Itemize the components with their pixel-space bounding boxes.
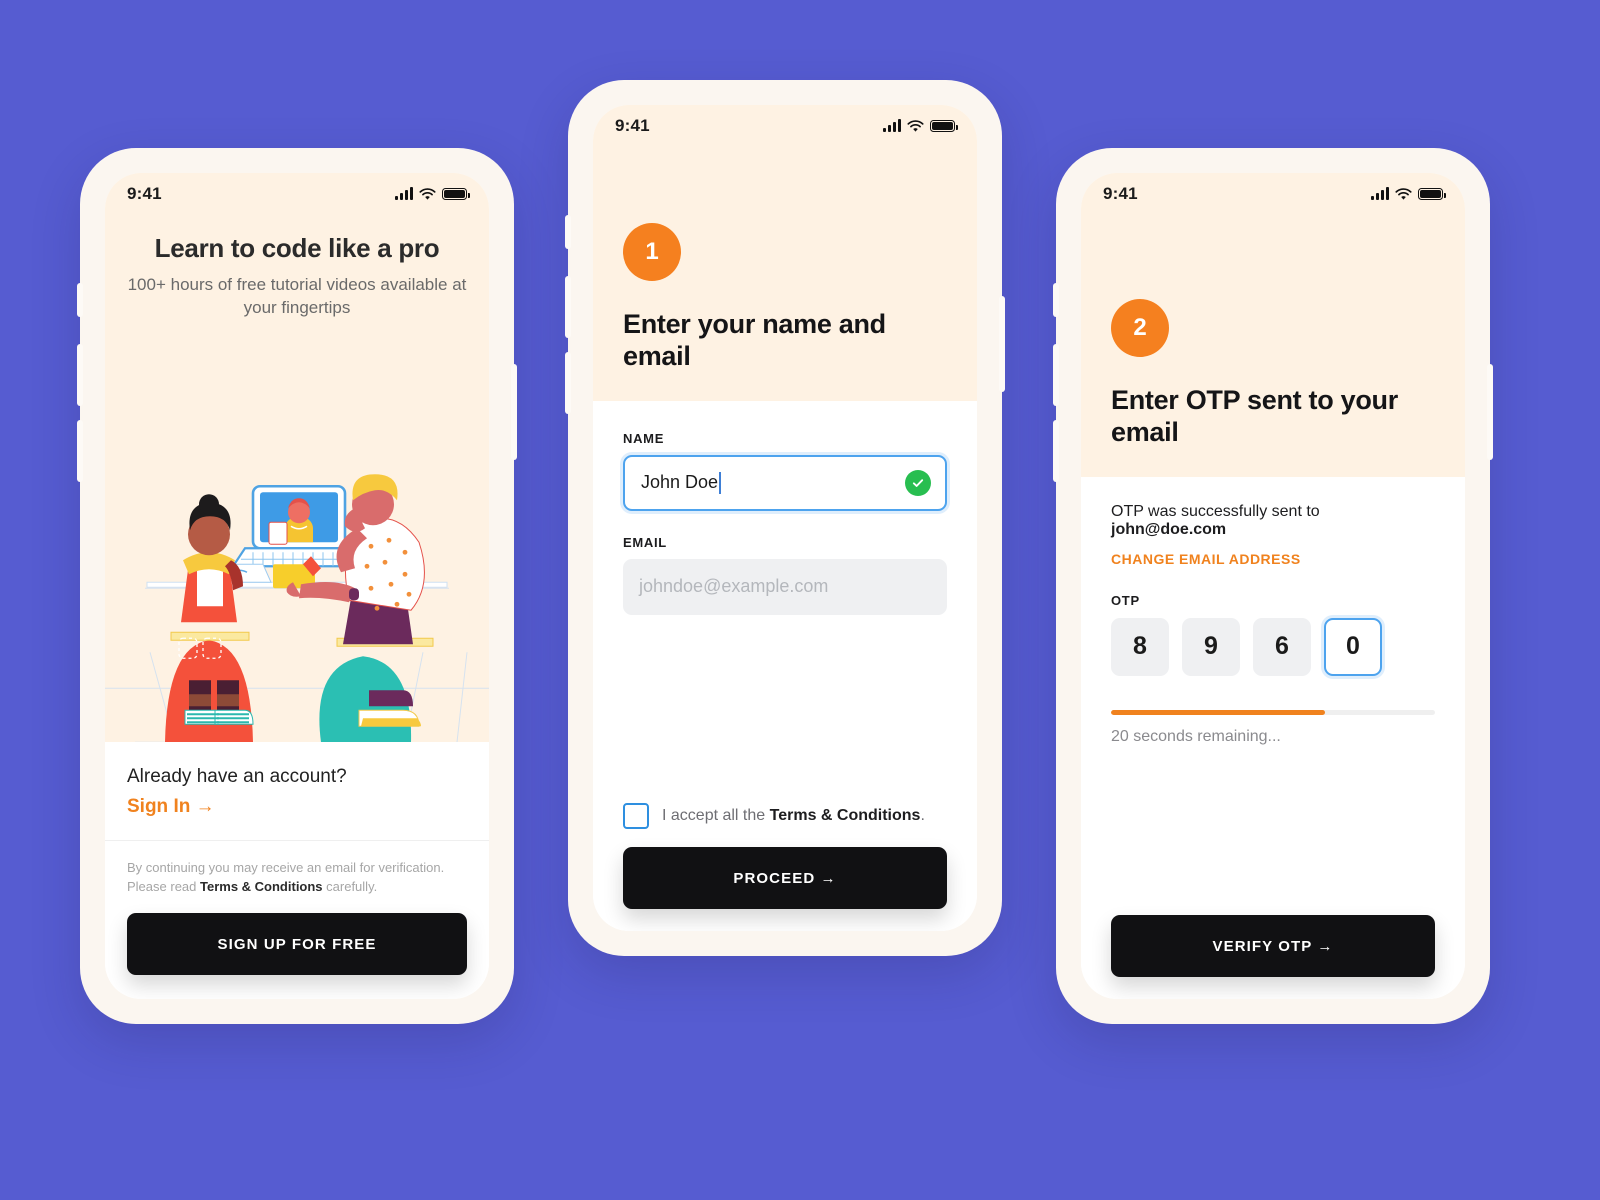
name-input-value: John Doe (641, 472, 719, 493)
volume-up-button[interactable] (77, 344, 83, 406)
battery-icon (442, 188, 470, 200)
cellular-signal-icon (883, 119, 901, 132)
sign-up-for-free-button[interactable]: SIGN UP FOR FREE (127, 913, 467, 975)
phone-mockup-screen2: 9:41 1 Enter your name and email NAME Jo… (565, 80, 1005, 956)
status-bar: 9:41 (1081, 173, 1465, 215)
email-input[interactable]: johndoe@example.com (623, 558, 947, 615)
otp-digit-3[interactable]: 6 (1253, 617, 1311, 676)
mute-switch[interactable] (565, 215, 571, 249)
otp-input-group: 8 9 6 0 (1111, 617, 1435, 676)
step-header: 2 Enter OTP sent to your email (1081, 215, 1465, 477)
otp-field-label: OTP (1111, 592, 1140, 608)
power-button[interactable] (511, 364, 517, 460)
name-field-label: NAME (623, 430, 665, 446)
legal-suffix: carefully. (322, 879, 378, 895)
name-field-group: NAME John Doe (623, 431, 947, 511)
terms-suffix: . (920, 807, 925, 824)
cellular-signal-icon (395, 187, 413, 200)
check-circle-icon (905, 469, 931, 496)
cellular-signal-icon (1371, 187, 1389, 200)
status-time: 9:41 (615, 116, 650, 135)
battery-icon (930, 120, 958, 132)
phone-mockup-screen1: 9:41 Learn to code like a pro 100+ hours… (77, 148, 517, 1024)
signin-prompt: Already have an account? Sign In → (105, 742, 489, 842)
name-input[interactable]: John Doe (623, 454, 947, 511)
phone-mockup-screen3: 9:41 2 Enter OTP sent to your email OTP … (1053, 148, 1493, 1024)
name-email-form: NAME John Doe EMAIL johndoe@example.com (593, 400, 977, 931)
welcome-hero: Learn to code like a pro 100+ hours of f… (105, 215, 489, 321)
volume-down-button[interactable] (1053, 420, 1059, 482)
email-input-placeholder: johndoe@example.com (639, 576, 829, 597)
email-field-group: EMAIL johndoe@example.com (623, 535, 947, 615)
email-field-label: EMAIL (623, 534, 667, 550)
screen-onboarding-welcome: 9:41 Learn to code like a pro 100+ hours… (105, 173, 489, 999)
volume-down-button[interactable] (565, 352, 571, 414)
form-spacer (623, 615, 947, 803)
terms-link[interactable]: Terms & Conditions (770, 807, 921, 824)
status-time: 9:41 (127, 184, 162, 203)
mute-switch[interactable] (1053, 283, 1059, 317)
wifi-icon (907, 119, 924, 132)
sign-in-link[interactable]: Sign In → (127, 796, 467, 818)
page-title: Enter OTP sent to your email (1111, 385, 1398, 447)
screen-enter-otp: 9:41 2 Enter OTP sent to your email OTP … (1081, 173, 1465, 999)
otp-digit-1[interactable]: 8 (1111, 617, 1169, 676)
otp-form: OTP was successfully sent to john@doe.co… (1081, 476, 1465, 999)
otp-sent-email: john@doe.com (1111, 520, 1227, 538)
status-icons (395, 187, 470, 201)
terms-prefix: I accept all the (662, 807, 770, 824)
two-students-learning-illustration (105, 320, 489, 743)
volume-down-button[interactable] (77, 420, 83, 482)
otp-sent-prefix: OTP was successfully sent to (1111, 502, 1320, 520)
otp-sent-message: OTP was successfully sent to john@doe.co… (1111, 503, 1435, 539)
step-header: 1 Enter your name and email (593, 147, 977, 401)
status-bar: 9:41 (593, 105, 977, 147)
verify-otp-button[interactable]: VERIFY OTP → (1111, 915, 1435, 977)
terms-checkbox-row[interactable]: I accept all the Terms & Conditions. (623, 803, 947, 829)
status-icons (883, 119, 958, 133)
signin-question: Already have an account? (127, 766, 347, 788)
otp-digit-2[interactable]: 9 (1182, 617, 1240, 676)
screen-enter-name-email: 9:41 1 Enter your name and email NAME Jo… (593, 105, 977, 931)
battery-icon (1418, 188, 1446, 200)
wifi-icon (1395, 187, 1412, 200)
step-number-badge: 1 (623, 223, 681, 281)
page-title: Learn to code like a pro (154, 233, 440, 263)
page-title: Enter your name and email (623, 309, 886, 371)
volume-up-button[interactable] (1053, 344, 1059, 406)
power-button[interactable] (999, 296, 1005, 392)
page-subtitle: 100+ hours of free tutorial videos avail… (127, 275, 467, 318)
mute-switch[interactable] (77, 283, 83, 317)
legal-text: By continuing you may receive an email f… (127, 859, 467, 897)
status-time: 9:41 (1103, 184, 1138, 203)
otp-remaining-text: 20 seconds remaining... (1111, 727, 1281, 745)
change-email-address-link[interactable]: CHANGE EMAIL ADDRESS (1111, 551, 1435, 567)
power-button[interactable] (1487, 364, 1493, 460)
terms-checkbox-label: I accept all the Terms & Conditions. (662, 807, 925, 825)
volume-up-button[interactable] (565, 276, 571, 338)
terms-link[interactable]: Terms & Conditions (200, 879, 323, 894)
welcome-footer: By continuing you may receive an email f… (105, 841, 489, 999)
status-bar: 9:41 (105, 173, 489, 215)
otp-countdown-progress (1111, 709, 1435, 715)
proceed-button[interactable]: PROCEED → (623, 847, 947, 909)
mockup-canvas: 9:41 Learn to code like a pro 100+ hours… (0, 0, 1600, 1200)
form-spacer (1111, 746, 1435, 915)
step-number-badge: 2 (1111, 299, 1169, 357)
wifi-icon (419, 187, 436, 200)
text-cursor (719, 471, 722, 494)
terms-checkbox[interactable] (623, 803, 649, 829)
otp-digit-4[interactable]: 0 (1324, 617, 1382, 676)
status-icons (1371, 187, 1446, 201)
